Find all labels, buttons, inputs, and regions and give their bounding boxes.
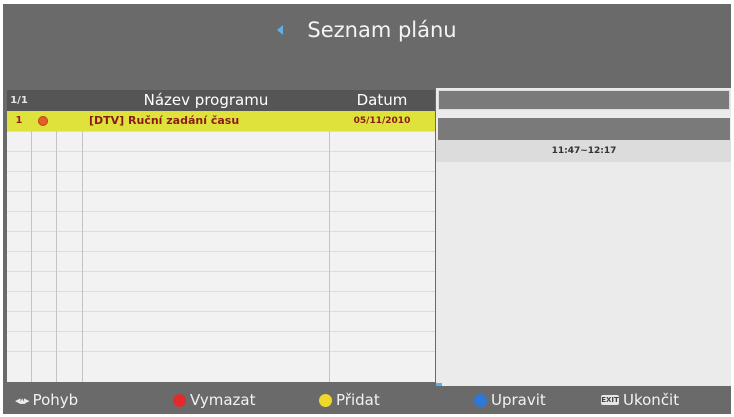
row-divider [7, 231, 435, 232]
yellow-button-icon [319, 393, 332, 407]
row-divider [7, 171, 435, 172]
table-header: 1/1 Název programu Datum [7, 90, 435, 111]
schedule-table: 1/1 Název programu Datum 1 [DTV] Ruční z… [7, 90, 435, 382]
column-divider [31, 111, 32, 382]
page-title: Seznam plánu [307, 18, 457, 42]
column-header-name: Název programu [143, 91, 269, 109]
blue-button-icon [474, 393, 487, 407]
row-divider [7, 211, 435, 212]
detail-panel: 11:47~12:17 [436, 88, 731, 383]
delete-button[interactable]: Vymazat [173, 386, 256, 414]
move-hint: ◂▴▸ Pohyb [15, 386, 78, 414]
edit-label: Upravit [491, 391, 546, 409]
record-icon [39, 117, 47, 125]
delete-label: Vymazat [190, 391, 256, 409]
exit-label: Ukončit [623, 391, 680, 409]
detail-bar [438, 118, 730, 140]
row-divider [7, 131, 435, 132]
navigation-icon: ◂▴▸ [15, 393, 30, 407]
row-divider [7, 311, 435, 312]
footer-legend: ◂▴▸ Pohyb Vymazat Přidat Upravit EXIT Uk… [3, 386, 731, 414]
program-date: 05/11/2010 [353, 116, 411, 126]
tv-screen: Seznam plánu 1/1 Název programu Datum 1 … [3, 4, 731, 414]
move-label: Pohyb [32, 391, 79, 409]
column-divider [56, 111, 57, 382]
row-divider [7, 331, 435, 332]
exit-key-icon: EXIT [601, 395, 619, 405]
column-divider [82, 111, 83, 382]
row-divider [7, 191, 435, 192]
left-arrow-icon[interactable] [277, 25, 284, 35]
program-name: [DTV] Ruční zadání času [89, 114, 240, 127]
row-divider [7, 151, 435, 152]
red-button-icon [173, 393, 186, 407]
page-indicator: 1/1 [10, 95, 28, 106]
row-number: 1 [15, 115, 23, 126]
row-divider [7, 291, 435, 292]
add-button[interactable]: Přidat [319, 386, 380, 414]
exit-button[interactable]: EXIT Ukončit [601, 386, 679, 414]
row-divider [7, 251, 435, 252]
table-row[interactable]: 1 [DTV] Ruční zadání času 05/11/2010 [7, 111, 435, 131]
row-divider [7, 351, 435, 352]
edit-button[interactable]: Upravit [474, 386, 546, 414]
add-label: Přidat [336, 391, 380, 409]
time-range: 11:47~12:17 [436, 140, 731, 162]
header: Seznam plánu [3, 4, 731, 407]
title-bar: Seznam plánu [3, 18, 731, 407]
column-divider [329, 111, 330, 382]
row-divider [7, 271, 435, 272]
detail-bar [438, 90, 730, 110]
column-header-date: Datum [356, 91, 408, 109]
